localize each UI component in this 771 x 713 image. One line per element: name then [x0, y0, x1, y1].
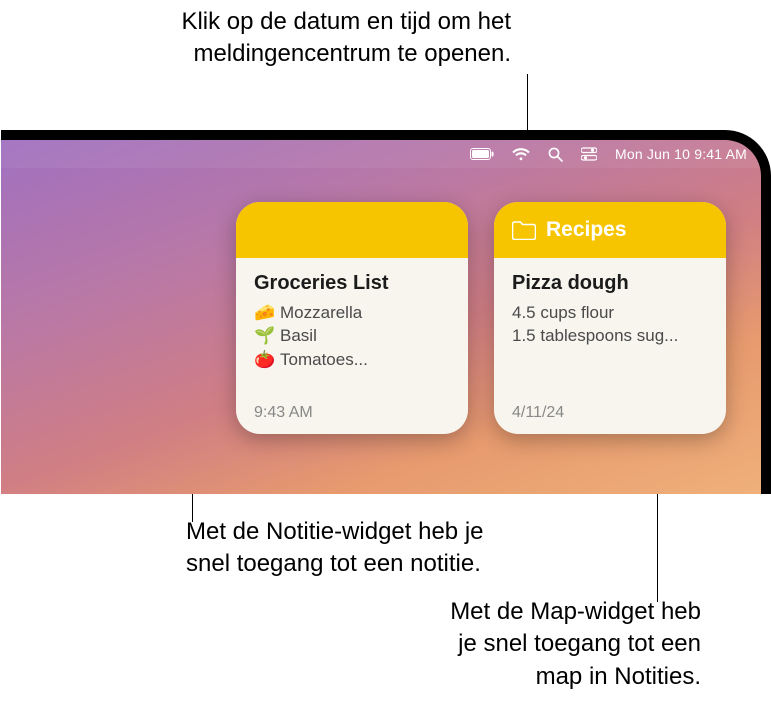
note-line: 4.5 cups flour — [512, 301, 708, 324]
battery-icon[interactable] — [470, 148, 494, 160]
note-line: 1.5 tablespoons sug... — [512, 324, 708, 347]
note-timestamp: 9:43 AM — [254, 404, 450, 422]
menubar: Mon Jun 10 9:41 AM — [1, 140, 761, 168]
callout-text: Met de Map-widget heb — [450, 598, 701, 625]
note-items: 🧀 Mozzarella 🌱 Basil 🍅 Tomatoes... — [254, 301, 450, 398]
leader-line — [527, 74, 528, 131]
widget-body: Pizza dough 4.5 cups flour 1.5 tablespoo… — [494, 258, 726, 434]
wifi-icon[interactable] — [512, 148, 530, 161]
spotlight-icon[interactable] — [548, 147, 563, 162]
widget-header: Recipes — [494, 202, 726, 258]
folder-icon — [512, 221, 536, 240]
list-item: 🍅 Tomatoes... — [254, 348, 450, 371]
callout-text: Klik op de datum en tijd om het meldinge… — [181, 8, 511, 67]
widget-header — [236, 202, 468, 258]
note-timestamp: 4/11/24 — [512, 404, 708, 422]
item-emoji: 🍅 — [254, 348, 274, 371]
item-text: Basil — [280, 324, 317, 347]
callout-folder-widget: Met de Map-widget heb je snel toegang to… — [450, 596, 701, 693]
folder-name: Recipes — [546, 218, 627, 242]
callout-note-widget: Met de Notitie-widget heb je snel toegan… — [186, 516, 484, 581]
widget-body: Groceries List 🧀 Mozzarella 🌱 Basil 🍅 To… — [236, 258, 468, 434]
note-title: Groceries List — [254, 272, 450, 295]
notes-folder-widget[interactable]: Recipes Pizza dough 4.5 cups flour 1.5 t… — [494, 202, 726, 434]
item-emoji: 🌱 — [254, 324, 274, 347]
callout-text: Met de Notitie-widget heb je — [186, 518, 484, 545]
menubar-datetime[interactable]: Mon Jun 10 9:41 AM — [615, 146, 747, 162]
callout-text: je snel toegang tot een — [458, 630, 701, 657]
note-title: Pizza dough — [512, 272, 708, 295]
callout-text: map in Notities. — [536, 663, 701, 690]
callout-top: Klik op de datum en tijd om het meldinge… — [0, 6, 511, 71]
item-text: Tomatoes... — [280, 348, 368, 371]
notes-note-widget[interactable]: Groceries List 🧀 Mozzarella 🌱 Basil 🍅 To… — [236, 202, 468, 434]
list-item: 🌱 Basil — [254, 324, 450, 347]
widgets-area: Groceries List 🧀 Mozzarella 🌱 Basil 🍅 To… — [236, 202, 726, 434]
item-emoji: 🧀 — [254, 301, 274, 324]
control-center-icon[interactable] — [581, 147, 597, 161]
callout-text: snel toegang tot een notitie. — [186, 550, 481, 577]
mac-screen: Mon Jun 10 9:41 AM Groceries List 🧀 Mozz… — [1, 130, 771, 494]
list-item: 🧀 Mozzarella — [254, 301, 450, 324]
note-lines: 4.5 cups flour 1.5 tablespoons sug... — [512, 301, 708, 398]
item-text: Mozzarella — [280, 301, 362, 324]
